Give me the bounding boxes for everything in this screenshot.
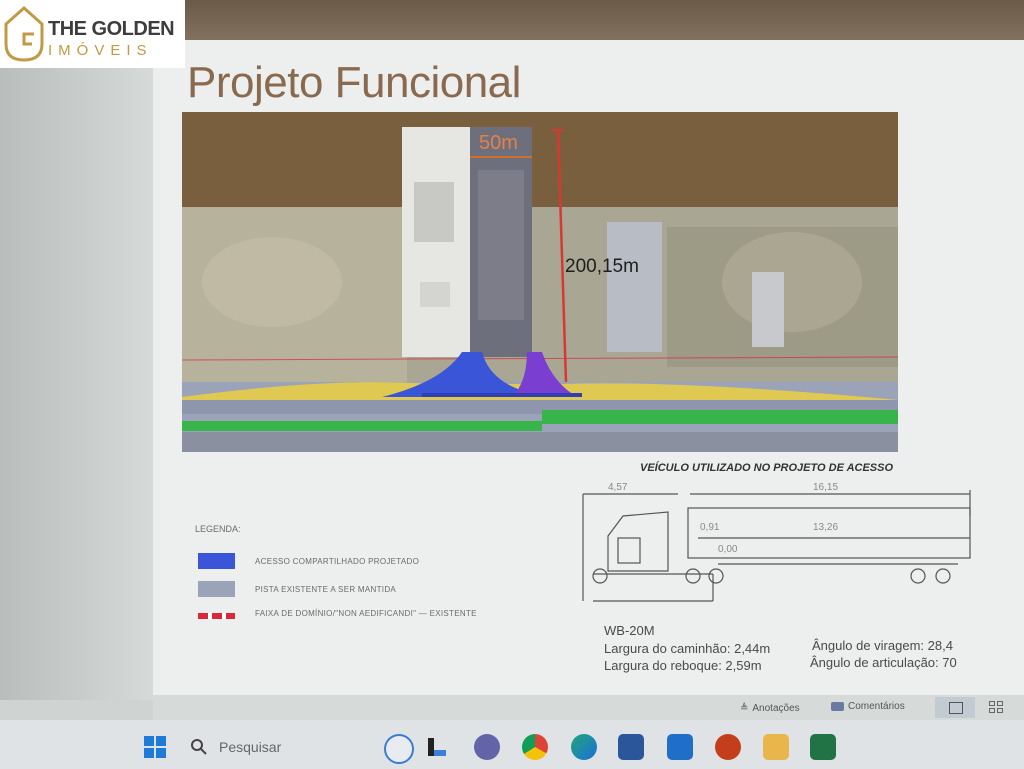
site-plan-image: 50m 200,15m <box>182 112 898 452</box>
dim-label: 0,91 <box>700 522 720 533</box>
comments-button[interactable]: Comentários <box>831 701 905 712</box>
notes-button[interactable]: ≜ Anotações <box>740 703 800 714</box>
legend-item-existing-road: PISTA EXISTENTE A SER MANTIDA <box>198 581 396 597</box>
bing-icon[interactable] <box>384 734 414 764</box>
word-icon[interactable] <box>618 734 644 760</box>
widgets-icon[interactable] <box>424 734 450 760</box>
legend-label: ACESSO COMPARTILHADO PROJETADO <box>255 556 420 566</box>
dim-label: 0,00 <box>718 544 738 555</box>
legend-item-right-of-way: FAIXA DE DOMÍNIO/"NON AEDIFICANDI" — EXI… <box>198 608 477 619</box>
search-icon <box>191 739 207 755</box>
excel-icon[interactable] <box>810 734 836 760</box>
notes-icon: ≜ <box>740 703 749 714</box>
slide-sorter-button[interactable] <box>989 701 1003 713</box>
monitor-left-area <box>0 60 155 700</box>
vehicle-model: WB-20M <box>604 623 655 638</box>
edge-icon[interactable] <box>571 734 597 760</box>
chrome-icon[interactable] <box>522 734 548 760</box>
width-dimension-label: 50m <box>479 132 518 154</box>
logo-text-secondary: IMÓVEIS <box>48 42 153 59</box>
legend-swatch <box>198 553 235 569</box>
legend-label: FAIXA DE DOMÍNIO/"NON AEDIFICANDI" — EXI… <box>255 609 477 618</box>
dim-label: 4,57 <box>608 482 628 493</box>
grid-view-icon <box>989 701 1003 713</box>
file-explorer-icon[interactable] <box>763 734 789 760</box>
dim-label: 13,26 <box>813 522 838 533</box>
logo-mark-icon <box>4 5 44 62</box>
truck-width-spec: Largura do caminhão: 2,44m <box>604 641 771 656</box>
status-bar: ≜ Anotações Comentários <box>153 695 1024 720</box>
teams-chat-icon[interactable] <box>474 734 500 760</box>
legend-title: LEGENDA: <box>195 524 241 534</box>
normal-view-icon <box>949 702 963 714</box>
windows-start-icon[interactable] <box>142 734 168 760</box>
logo-text-primary: THE GOLDEN <box>48 18 175 40</box>
turning-angle-spec: Ângulo de viragem: 28,4 <box>812 638 953 653</box>
legend-item-shared-access: ACESSO COMPARTILHADO PROJETADO <box>198 553 419 569</box>
dim-label: 16,15 <box>813 482 838 493</box>
company-logo: THE GOLDEN IMÓVEIS <box>0 0 185 68</box>
slide-title: Projeto Funcional <box>187 58 521 107</box>
truck-diagram: 4,57 16,15 0,91 13,26 0,00 <box>582 482 971 602</box>
comments-label: Comentários <box>848 701 905 712</box>
notes-label: Anotações <box>752 703 800 714</box>
search-box[interactable] <box>190 738 208 761</box>
powerpoint-icon[interactable] <box>715 734 741 760</box>
articulation-angle-spec: Ângulo de articulação: 70 <box>810 655 957 670</box>
legend-label: PISTA EXISTENTE A SER MANTIDA <box>255 584 397 594</box>
comment-icon <box>831 702 844 711</box>
normal-view-button[interactable] <box>935 697 975 718</box>
search-placeholder[interactable]: Pesquisar <box>219 739 281 755</box>
legend-swatch <box>198 613 235 619</box>
trailer-width-spec: Largura do reboque: 2,59m <box>604 658 762 673</box>
legend-swatch <box>198 581 235 597</box>
mail-icon[interactable] <box>667 734 693 760</box>
vehicle-title: VEÍCULO UTILIZADO NO PROJETO DE ACESSO <box>640 462 894 474</box>
depth-dimension-label: 200,15m <box>565 256 639 277</box>
